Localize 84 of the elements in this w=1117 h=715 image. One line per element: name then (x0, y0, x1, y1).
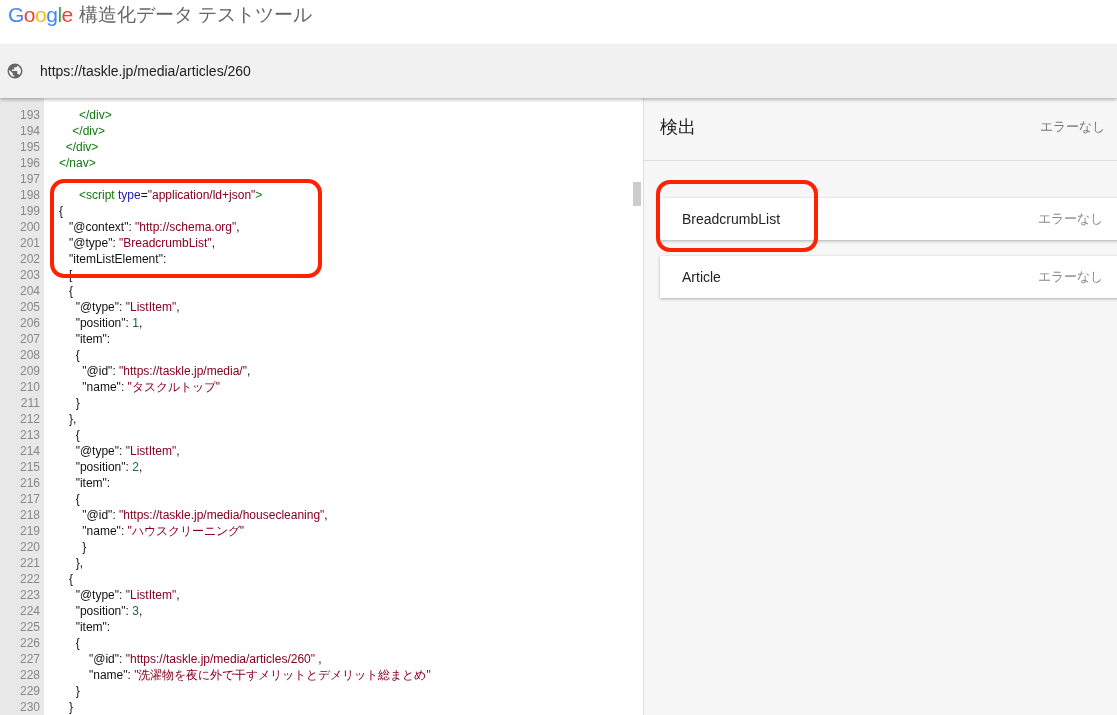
line-number: 219 (18, 523, 40, 539)
code-line: "@context": "http://schema.org", (68, 219, 240, 235)
line-number: 222 (18, 571, 40, 587)
code-line: { (74, 347, 80, 363)
line-number: 197 (18, 171, 40, 187)
code-line: </div> (64, 139, 99, 155)
line-number: 196 (18, 155, 40, 171)
code-line: "name": "洗濯物を夜に外で干すメリットとデメリット総まとめ" (88, 667, 431, 683)
line-number: 212 (18, 411, 40, 427)
line-number: 226 (18, 635, 40, 651)
line-number: 220 (18, 539, 40, 555)
code-line: { (68, 283, 73, 299)
code-line: "@type": "ListItem", (74, 443, 180, 459)
app-title: 構造化データ テストツール (78, 3, 313, 27)
code-line: <script type="application/ld+json"> (78, 187, 263, 203)
url-bar[interactable]: https://taskle.jp/media/articles/260 (0, 44, 1117, 98)
code-line: } (74, 395, 80, 411)
code-line: "item": (74, 619, 111, 635)
line-number: 201 (18, 235, 40, 251)
line-number: 214 (18, 443, 40, 459)
code-line: "item": (74, 331, 111, 347)
line-number: 229 (18, 683, 40, 699)
code-line: "@id": "https://taskle.jp/media/articles/260" , (88, 651, 322, 667)
line-number: 207 (18, 331, 40, 347)
line-number: 224 (18, 603, 40, 619)
line-number: 203 (18, 267, 40, 283)
line-number: 216 (18, 475, 40, 491)
line-number: 206 (18, 315, 40, 331)
line-number: 194 (18, 123, 40, 139)
line-number: 200 (18, 219, 40, 235)
line-number: 202 (18, 251, 40, 267)
scrollbar-thumb[interactable] (633, 182, 641, 206)
line-number: 211 (19, 395, 40, 411)
code-line: "@id": "https://taskle.jp/media/", (81, 363, 251, 379)
code-line: "itemListElement": (68, 251, 167, 267)
code-line: "position": 3, (74, 603, 143, 619)
code-line: } (74, 683, 80, 699)
line-number: 209 (18, 363, 40, 379)
code-line: { (74, 635, 80, 651)
line-number: 215 (18, 459, 40, 475)
code-line: { (68, 571, 73, 587)
code-line: "@type": "BreadcrumbList", (68, 235, 215, 251)
code-line: { (74, 491, 80, 507)
line-number: 205 (18, 299, 40, 315)
results-title: 検出 (660, 116, 696, 139)
code-line: { (58, 203, 63, 219)
result-card[interactable]: BreadcrumbList エラーなし (660, 198, 1117, 240)
line-number: 204 (18, 283, 40, 299)
code-line: }, (74, 555, 83, 571)
line-number: 199 (18, 203, 40, 219)
code-line: { (74, 427, 80, 443)
line-number: 210 (18, 379, 40, 395)
result-card[interactable]: Article エラーなし (660, 256, 1117, 298)
line-number: 195 (18, 139, 40, 155)
code-line: "item": (74, 475, 111, 491)
code-line: } (81, 539, 87, 555)
line-number: 223 (18, 587, 40, 603)
line-number: 225 (18, 619, 40, 635)
line-number: 230 (18, 699, 40, 715)
code-line: "@id": "https://taskle.jp/media/housecleaning", (81, 507, 328, 523)
line-number: 217 (18, 491, 40, 507)
line-number: 213 (18, 427, 40, 443)
code-line: "name": "タスクルトップ" (81, 379, 221, 395)
code-line: </nav> (58, 155, 96, 171)
code-line: "@type": "ListItem", (74, 299, 180, 315)
code-line: </div> (71, 123, 106, 139)
line-number: 227 (18, 651, 40, 667)
line-number: 193 (18, 107, 40, 123)
url-text: https://taskle.jp/media/articles/260 (40, 63, 251, 79)
globe-icon (6, 62, 24, 80)
google-logo[interactable]: Google (8, 3, 73, 27)
code-line: "name": "ハウスクリーニング" (81, 523, 245, 539)
line-number: 221 (18, 555, 40, 571)
code-line: "@type": "ListItem", (74, 587, 180, 603)
line-number: 218 (18, 507, 40, 523)
code-line: "position": 1, (74, 315, 143, 331)
code-line: }, (68, 411, 77, 427)
line-number: 228 (18, 667, 40, 683)
code-line: } (68, 699, 73, 715)
results-status: エラーなし (1040, 118, 1105, 136)
line-number: 198 (18, 187, 40, 203)
line-number: 208 (18, 347, 40, 363)
code-line: "position": 2, (74, 459, 143, 475)
code-line: </div> (78, 107, 112, 123)
